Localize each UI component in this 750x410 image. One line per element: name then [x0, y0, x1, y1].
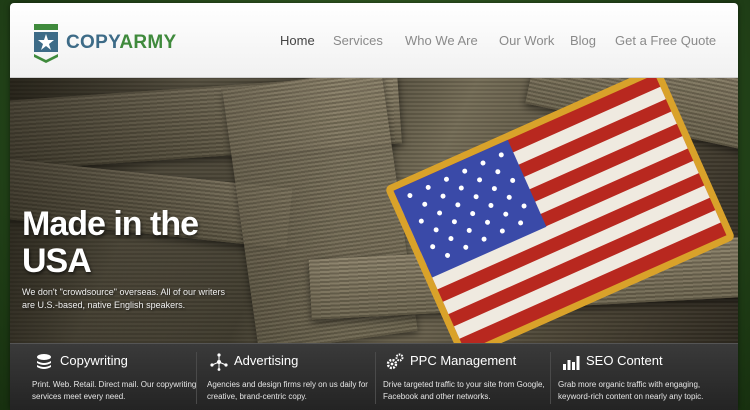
service-ppc-management[interactable]: PPC Management Drive targeted traffic to… — [378, 344, 550, 410]
service-title: SEO Content — [586, 353, 663, 368]
service-desc: Grab more organic traffic with engaging,… — [558, 380, 704, 401]
logo[interactable]: COPYARMY — [32, 21, 176, 65]
services-bar: Copywriting Print. Web. Retail. Direct m… — [10, 343, 738, 410]
network-icon — [210, 353, 228, 371]
hero-text: We don't "crowdsource" overseas. All of … — [22, 287, 226, 310]
service-title: Copywriting — [60, 353, 128, 368]
service-advertising[interactable]: Advertising Agencies and design firms re… — [200, 344, 376, 410]
service-desc: Agencies and design firms rely on us dai… — [207, 380, 368, 401]
service-desc: Print. Web. Retail. Direct mail. Our cop… — [32, 380, 197, 401]
stack-icon — [37, 354, 51, 369]
nav-services[interactable]: Services — [333, 33, 383, 48]
service-divider — [196, 352, 197, 404]
service-title: PPC Management — [410, 353, 517, 368]
service-copywriting[interactable]: Copywriting Print. Web. Retail. Direct m… — [10, 344, 196, 410]
nav-our-work[interactable]: Our Work — [499, 33, 554, 48]
logo-text: COPYARMY — [66, 32, 176, 54]
site-frame: COPYARMY Home Services Who We Are Our Wo… — [10, 3, 738, 410]
nav-get-quote[interactable]: Get a Free Quote — [615, 33, 716, 48]
logo-army: ARMY — [119, 32, 177, 53]
page-background: COPYARMY Home Services Who We Are Our Wo… — [0, 0, 750, 410]
service-title: Advertising — [234, 353, 299, 368]
site-header: COPYARMY Home Services Who We Are Our Wo… — [10, 3, 738, 78]
hero-title: Made in the USA — [22, 205, 199, 280]
nav-who-we-are[interactable]: Who We Are — [405, 33, 478, 48]
service-desc: Drive targeted traffic to your site from… — [383, 380, 545, 401]
gears-icon — [386, 353, 404, 370]
hero-banner: Made in the USA We don't "crowdsource" o… — [10, 78, 738, 343]
service-divider — [550, 352, 551, 404]
chevron-star-logo-icon — [34, 24, 58, 63]
nav-blog[interactable]: Blog — [570, 33, 596, 48]
bar-chart-icon — [563, 356, 580, 370]
nav-home[interactable]: Home — [280, 33, 315, 48]
logo-copy: COPY — [66, 32, 120, 53]
service-divider — [375, 352, 376, 404]
service-seo-content[interactable]: SEO Content Grab more organic traffic wi… — [554, 344, 738, 410]
